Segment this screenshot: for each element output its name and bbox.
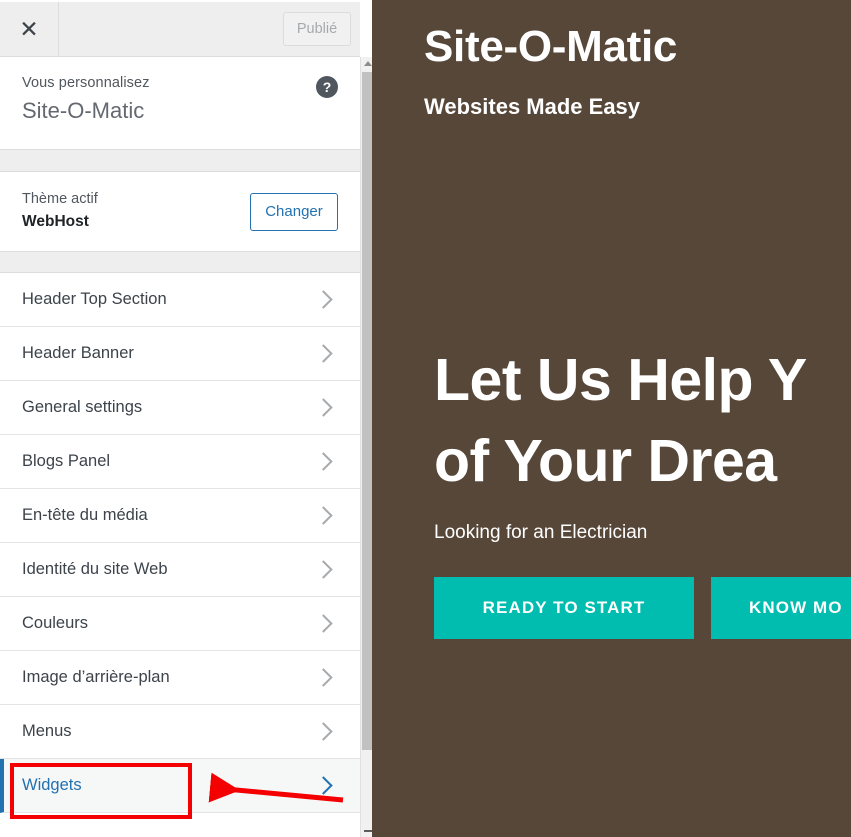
chevron-right-icon: [314, 506, 333, 525]
section-divider-top: [0, 150, 360, 172]
page-title: Site-O-Matic: [22, 97, 145, 123]
preview-hero-heading-line2: of Your Drea: [434, 428, 777, 495]
close-icon: ✕: [19, 15, 39, 42]
chevron-right-icon: [314, 776, 333, 795]
customizer-screen: ✕ Publié Vous personnalisez Site-O-Matic…: [0, 0, 851, 837]
chevron-right-icon: [314, 398, 333, 417]
sidebar-item-menus[interactable]: Menus: [0, 705, 360, 759]
active-theme-label: Thème actif: [22, 191, 98, 208]
chevron-right-icon: [314, 722, 333, 741]
sidebar-item-label: Widgets: [22, 776, 82, 794]
sidebar-item-image-d-arri-re-plan[interactable]: Image d’arrière-plan: [0, 651, 360, 705]
sidebar-item-label: Header Top Section: [22, 290, 167, 308]
sidebar-item-identit-du-site-web[interactable]: Identité du site Web: [0, 543, 360, 597]
sidebar-item-label: Image d’arrière-plan: [22, 668, 170, 686]
sidebar-item-general-settings[interactable]: General settings: [0, 381, 360, 435]
preview-hero-subtitle: Looking for an Electrician: [434, 522, 648, 543]
preview-hero-buttons: READY TO START KNOW MO: [434, 577, 851, 639]
chevron-right-icon: [314, 344, 333, 363]
change-theme-button[interactable]: Changer: [250, 192, 338, 231]
preview-site-title: Site-O-Matic: [424, 22, 678, 71]
active-theme-block: Thème actif WebHost Changer: [0, 172, 360, 252]
scrollbar-thumb[interactable]: [362, 72, 372, 750]
publish-button[interactable]: Publié: [283, 12, 351, 46]
sidebar-scrollbar[interactable]: [360, 57, 372, 837]
sidebar-item-label: General settings: [22, 398, 143, 416]
sidebar-item-label: Couleurs: [22, 614, 89, 632]
preview-hero-heading: Let Us Help Y of Your Drea: [434, 340, 807, 503]
chevron-right-icon: [314, 668, 333, 687]
section-divider-middle: [0, 252, 360, 273]
sidebar-item-widgets[interactable]: Widgets: [0, 759, 360, 813]
active-theme-name: WebHost: [22, 212, 89, 230]
sidebar-item-header-banner[interactable]: Header Banner: [0, 327, 360, 381]
preview-hero-heading-line1: Let Us Help Y: [434, 347, 807, 413]
chevron-right-icon: [314, 614, 333, 633]
scroll-up-arrow-icon[interactable]: [362, 57, 372, 70]
sidebar-item-label: Blogs Panel: [22, 452, 111, 470]
panel-eyebrow: Vous personnalisez: [22, 75, 150, 91]
know-more-button[interactable]: KNOW MO: [711, 577, 851, 639]
active-theme-text: Thème actif WebHost: [22, 190, 250, 232]
site-preview-pane[interactable]: Site-O-Matic Websites Made Easy Let Us H…: [372, 0, 851, 837]
help-icon[interactable]: ?: [316, 76, 338, 98]
sidebar-item-header-top-section[interactable]: Header Top Section: [0, 273, 360, 327]
sidebar-item-label: Header Banner: [22, 344, 134, 362]
customizer-sidebar: ✕ Publié Vous personnalisez Site-O-Matic…: [0, 0, 372, 837]
panel-header: Vous personnalisez Site-O-Matic ?: [0, 57, 360, 150]
chevron-right-icon: [314, 452, 333, 471]
ready-to-start-button[interactable]: READY TO START: [434, 577, 694, 639]
sidebar-item-label: En-tête du média: [22, 506, 148, 524]
chevron-right-icon: [314, 560, 333, 579]
preview-site-tagline: Websites Made Easy: [424, 94, 641, 119]
sidebar-item-label: Menus: [22, 722, 72, 740]
sidebar-item-en-t-te-du-m-dia[interactable]: En-tête du média: [0, 489, 360, 543]
scroll-down-arrow-icon[interactable]: [362, 824, 372, 837]
sidebar-item-couleurs[interactable]: Couleurs: [0, 597, 360, 651]
sidebar-item-blogs-panel[interactable]: Blogs Panel: [0, 435, 360, 489]
chevron-right-icon: [314, 290, 333, 309]
customizer-topbar: ✕ Publié: [0, 2, 360, 57]
close-customizer-button[interactable]: ✕: [0, 2, 59, 56]
customizer-section-list: Header Top Section Header Banner General s…: [0, 273, 360, 813]
sidebar-item-label: Identité du site Web: [22, 560, 168, 578]
